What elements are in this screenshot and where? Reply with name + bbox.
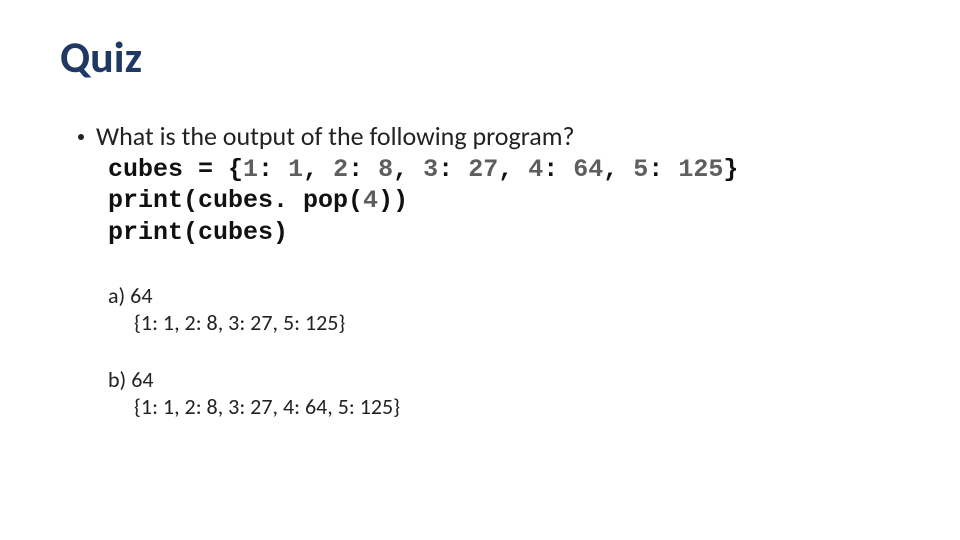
answer-b-label: b) 64 bbox=[108, 366, 900, 393]
code-token: : bbox=[258, 155, 288, 184]
code-token: } bbox=[723, 155, 738, 184]
code-token: cubes = { bbox=[108, 155, 243, 184]
answer-a-label: a) 64 bbox=[108, 282, 900, 309]
question-bullet: What is the output of the following prog… bbox=[78, 120, 900, 152]
code-token: print(cubes. pop( bbox=[108, 186, 363, 215]
code-number: 3 bbox=[423, 155, 438, 184]
code-token: , bbox=[498, 155, 528, 184]
code-number: 27 bbox=[468, 155, 498, 184]
code-line-2: print(cubes. pop(4)) bbox=[108, 185, 900, 216]
code-token: : bbox=[438, 155, 468, 184]
code-token: , bbox=[303, 155, 333, 184]
answer-b-output: {1: 1, 2: 8, 3: 27, 4: 64, 5: 125} bbox=[134, 393, 900, 420]
answers: a) 64 {1: 1, 2: 8, 3: 27, 5: 125} b) 64 … bbox=[108, 282, 900, 420]
answer-a-output: {1: 1, 2: 8, 3: 27, 5: 125} bbox=[134, 309, 900, 336]
code-token: : bbox=[648, 155, 678, 184]
code-token: : bbox=[348, 155, 378, 184]
code-number: 4 bbox=[528, 155, 543, 184]
code-token: , bbox=[393, 155, 423, 184]
slide: Quiz What is the output of the following… bbox=[0, 0, 960, 540]
code-number: 8 bbox=[378, 155, 393, 184]
code-number: 5 bbox=[633, 155, 648, 184]
code-line-3: print(cubes) bbox=[108, 217, 900, 248]
code-number: 1 bbox=[243, 155, 258, 184]
bullet-icon bbox=[78, 134, 84, 140]
code-token: : bbox=[543, 155, 573, 184]
code-number: 1 bbox=[288, 155, 303, 184]
code-number: 64 bbox=[573, 155, 603, 184]
code-block: cubes = {1: 1, 2: 8, 3: 27, 4: 64, 5: 12… bbox=[108, 154, 900, 248]
code-number: 2 bbox=[333, 155, 348, 184]
code-token: , bbox=[603, 155, 633, 184]
answer-b: b) 64 {1: 1, 2: 8, 3: 27, 4: 64, 5: 125} bbox=[108, 366, 900, 420]
code-number: 4 bbox=[363, 186, 378, 215]
question-text: What is the output of the following prog… bbox=[96, 120, 575, 152]
slide-title: Quiz bbox=[60, 30, 900, 84]
code-line-1: cubes = {1: 1, 2: 8, 3: 27, 4: 64, 5: 12… bbox=[108, 154, 900, 185]
code-number: 125 bbox=[678, 155, 723, 184]
code-token: )) bbox=[378, 186, 408, 215]
answer-a: a) 64 {1: 1, 2: 8, 3: 27, 5: 125} bbox=[108, 282, 900, 336]
